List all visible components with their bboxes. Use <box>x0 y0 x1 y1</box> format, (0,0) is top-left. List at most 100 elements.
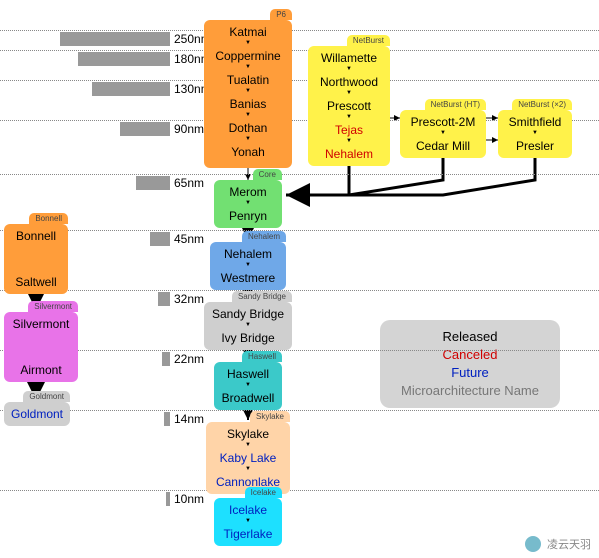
arch-item: Nehalem <box>212 246 284 262</box>
arrow-down-icon <box>208 442 288 450</box>
group-tab: Bonnell <box>29 213 68 224</box>
group-icelake: IcelakeIcelakeTigerlake <box>214 498 282 546</box>
group-tab: Icelake <box>245 487 282 498</box>
group-netburst_x2: NetBurst (×2)SmithfieldPresler <box>498 110 572 158</box>
arch-item: Silvermont <box>6 316 76 332</box>
process-bar <box>78 52 170 66</box>
process-line <box>0 80 599 81</box>
process-line <box>0 350 599 351</box>
process-line <box>0 30 599 31</box>
group-sandy: Sandy BridgeSandy BridgeIvy Bridge <box>204 302 292 350</box>
group-netburst: NetBurstWillametteNorthwoodPrescottTejas… <box>308 46 390 166</box>
arrow-down-icon <box>310 90 388 98</box>
arrow-down-icon <box>216 200 280 208</box>
legend: Released Canceled Future Microarchitectu… <box>380 320 560 408</box>
arch-item: Willamette <box>310 50 388 66</box>
arrow-down-icon <box>500 130 570 138</box>
group-tab: Haswell <box>242 351 282 362</box>
arrow-down-icon <box>206 64 290 72</box>
group-tab: Goldmont <box>23 391 70 402</box>
group-tab: NetBurst (HT) <box>425 99 486 110</box>
group-tab: Nehalem <box>242 231 286 242</box>
arrow-down-icon <box>206 88 290 96</box>
arch-item: Cedar Mill <box>402 138 484 154</box>
arch-item: Haswell <box>216 366 280 382</box>
group-tab: Core <box>253 169 282 180</box>
arch-item: Broadwell <box>216 390 280 406</box>
process-line <box>0 290 599 291</box>
arch-item: Presler <box>500 138 570 154</box>
process-bar <box>162 352 170 366</box>
process-label: 65nm <box>174 176 204 190</box>
group-netburst_ht: NetBurst (HT)Prescott-2MCedar Mill <box>400 110 486 158</box>
process-line <box>0 230 599 231</box>
process-line <box>0 50 599 51</box>
process-line <box>0 490 599 491</box>
group-skylake: SkylakeSkylakeKaby LakeCannonlake <box>206 422 290 494</box>
group-tab: P6 <box>270 9 292 20</box>
arch-item: Westmere <box>212 270 284 286</box>
process-bar <box>158 292 170 306</box>
arrow-down-icon <box>310 114 388 122</box>
arch-item: Penryn <box>216 208 280 224</box>
watermark-icon <box>525 536 541 552</box>
arrow-down-icon <box>206 40 290 48</box>
arch-item: Nehalem <box>310 146 388 162</box>
legend-maname: Microarchitecture Name <box>394 382 546 400</box>
arrow-down-icon <box>216 518 280 526</box>
group-goldmont: GoldmontGoldmont <box>4 402 70 426</box>
arrow-down-icon <box>402 130 484 138</box>
group-tab: Silvermont <box>28 301 78 312</box>
arch-item: Kaby Lake <box>208 450 288 466</box>
process-label: 250nm <box>174 32 204 46</box>
arrow-down-icon <box>212 262 284 270</box>
process-line <box>0 410 599 411</box>
arch-item: Saltwell <box>6 274 66 290</box>
watermark-text: 凌云天羽 <box>547 536 591 552</box>
arch-item: Northwood <box>310 74 388 90</box>
arch-item: Bonnell <box>6 228 66 244</box>
arrow-layer <box>0 0 599 558</box>
process-label: 32nm <box>174 292 204 306</box>
arrow-down-icon <box>206 322 290 330</box>
group-bonnell: BonnellBonnellSaltwell <box>4 224 68 294</box>
group-tab: NetBurst (×2) <box>512 99 572 110</box>
group-p6: P6KatmaiCoppermineTualatinBaniasDothanYo… <box>204 20 292 168</box>
process-label: 10nm <box>174 492 204 506</box>
process-label: 180nm <box>174 52 204 66</box>
process-line <box>0 174 599 175</box>
arch-item: Katmai <box>206 24 290 40</box>
process-label: 22nm <box>174 352 204 366</box>
arch-item: Tualatin <box>206 72 290 88</box>
arrow-down-icon <box>206 112 290 120</box>
group-silvermont: SilvermontSilvermontAirmont <box>4 312 78 382</box>
arch-item: Dothan <box>206 120 290 136</box>
diagram-canvas: Released Canceled Future Microarchitectu… <box>0 0 599 558</box>
arch-item: Tejas <box>310 122 388 138</box>
arch-item: Smithfield <box>500 114 570 130</box>
arch-item: Coppermine <box>206 48 290 64</box>
process-label: 90nm <box>174 122 204 136</box>
process-label: 14nm <box>174 412 204 426</box>
legend-future: Future <box>394 364 546 382</box>
arrow-down-icon <box>216 382 280 390</box>
process-bar <box>60 32 170 46</box>
process-bar <box>92 82 170 96</box>
arrow-down-icon <box>206 136 290 144</box>
group-tab: Skylake <box>250 411 290 422</box>
legend-released: Released <box>394 328 546 346</box>
watermark: 凌云天羽 <box>525 536 591 552</box>
arrow-down-icon <box>310 138 388 146</box>
process-bar <box>166 492 170 506</box>
arch-item: Sandy Bridge <box>206 306 290 322</box>
process-label: 45nm <box>174 232 204 246</box>
group-nehalem_grp: NehalemNehalemWestmere <box>210 242 286 290</box>
arch-item: Icelake <box>216 502 280 518</box>
group-haswell: HaswellHaswellBroadwell <box>214 362 282 410</box>
process-bar <box>164 412 170 426</box>
arrow-down-icon <box>208 466 288 474</box>
legend-canceled: Canceled <box>394 346 546 364</box>
arch-item: Yonah <box>206 144 290 160</box>
arch-item: Banias <box>206 96 290 112</box>
arch-item: Goldmont <box>6 406 68 422</box>
